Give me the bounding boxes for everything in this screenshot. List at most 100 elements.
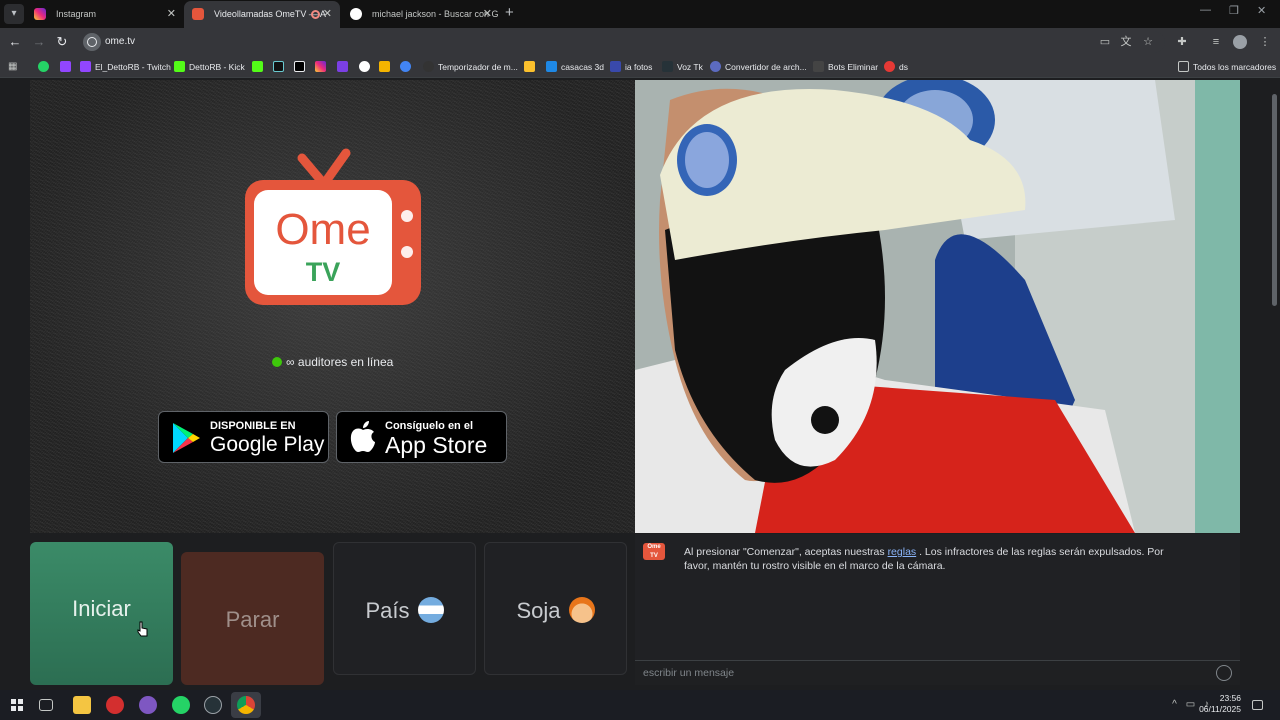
address-bar[interactable]: ome.tv [80,31,1165,53]
tab-instagram[interactable]: Instagram ✕ [26,1,184,28]
x-icon[interactable] [294,61,305,72]
whatsapp-icon[interactable] [172,696,190,714]
twitch-icon[interactable] [60,61,71,72]
extension-bookmark-icon[interactable] [379,61,390,72]
bookmark-voz-tk[interactable]: Voz Tk [662,56,703,78]
cast-icon[interactable]: ▭ [1097,34,1113,50]
gender-button[interactable]: Soja [484,542,627,675]
app-icon-dark[interactable] [204,696,222,714]
ometv-icon [192,8,204,20]
recording-icon [311,10,320,19]
rules-link[interactable]: reglas [888,546,917,558]
media-control-icon[interactable]: ≡ [1208,34,1224,50]
chat-message-input[interactable] [643,665,1203,681]
extensions-icon[interactable]: ✚ [1174,34,1190,50]
site-info-icon[interactable] [83,33,101,51]
ia-fotos-icon [610,61,621,72]
chat-logo-ome: Ome [647,544,661,550]
new-tab-button[interactable]: + [505,4,519,22]
url-text[interactable]: ome.tv [105,31,135,53]
casacas-icon [546,61,557,72]
forward-button[interactable]: → [30,33,48,51]
all-bookmarks-folder[interactable]: Todos los marcadores [1178,56,1276,78]
scrollbar-thumb[interactable] [1272,94,1277,306]
bookmark-twitch[interactable]: El_DettoRB - Twitch [80,56,171,78]
instagram-icon[interactable] [315,61,326,72]
notifications-icon[interactable] [1252,700,1263,710]
twitch-icon [80,61,91,72]
page-scrollbar[interactable] [1268,80,1280,686]
logo-ome-text: Ome [275,205,370,254]
tab-search-button[interactable]: ▾ [4,4,24,24]
profile-avatar[interactable] [1233,35,1247,49]
google-play-button[interactable]: DISPONIBLE EN Google Play [158,411,329,463]
whatsapp-icon[interactable] [38,61,49,72]
back-button[interactable]: ← [6,33,24,51]
instagram-icon [34,8,46,20]
close-window-button[interactable]: ✕ [1257,4,1266,17]
translate-icon[interactable]: 文 [1118,34,1134,50]
mouse-cursor-icon [137,621,148,637]
country-button[interactable]: País [333,542,476,675]
chat-input-bar [635,660,1240,685]
converter-icon [710,61,721,72]
google-play-icon [173,423,200,453]
taskbar-clock[interactable]: 23:56 06/11/2025 [1199,693,1241,715]
online-status: ∞ auditores en línea [272,355,393,369]
file-explorer-icon[interactable] [73,696,91,714]
bookmark-temporizador[interactable]: Temporizador de m... [423,56,518,78]
tiktok-icon[interactable] [273,61,284,72]
bookmark-label: ia fotos [625,62,653,72]
clock-time: 23:56 [1219,693,1241,703]
bookmark-star-icon[interactable]: ☆ [1140,34,1156,50]
tab-ometv[interactable]: Videollamadas OmeTV — A ✕ [184,1,340,28]
ometv-chat-logo-icon: Ome TV [643,543,665,560]
start-button[interactable]: Iniciar [30,542,173,685]
message-text-before: Al presionar "Comenzar", aceptas nuestra… [684,546,885,558]
apps-grid-icon[interactable]: ▦ [8,61,19,72]
app-icon-purple[interactable] [139,696,157,714]
clock-date: 06/11/2025 [1199,704,1241,714]
bookmark-bots-eliminar[interactable]: Bots Eliminar [813,56,878,78]
stop-button[interactable]: Parar [181,552,324,685]
close-tab-icon[interactable]: ✕ [323,1,332,27]
close-tab-icon[interactable]: ✕ [483,1,492,27]
google-icon[interactable] [359,61,370,72]
bookmark-label: ds [899,62,908,72]
folder-icon [1178,61,1189,72]
emoji-picker-icon[interactable] [1216,665,1232,681]
photos-icon[interactable] [400,61,411,72]
boy-emoji-icon [568,597,595,623]
canva-icon[interactable] [337,61,348,72]
network-icon[interactable]: ▭ [1184,698,1197,711]
task-view-icon[interactable] [39,699,53,711]
close-tab-icon[interactable]: ✕ [167,1,176,27]
app-icon-red[interactable] [106,696,124,714]
bookmark-kick[interactable]: DettoRB - Kick [174,56,245,78]
minimize-button[interactable]: — [1200,4,1211,16]
bookmark-convertidor[interactable]: Convertidor de arch... [710,56,807,78]
chat-logo-tv: TV [650,553,658,559]
bots-icon [813,61,824,72]
tab-title: michael jackson - Buscar con G [372,9,499,19]
remote-video-panel [635,80,1240,533]
app-store-button[interactable]: Consíguelo en el App Store [336,411,507,463]
bookmark-ia-fotos[interactable]: ia fotos [610,56,652,78]
tab-google-search[interactable]: michael jackson - Buscar con G ✕ [342,1,500,28]
ometv-logo: Ome TV [245,148,421,305]
windows-start-icon[interactable] [8,696,26,714]
bookmark-casacas[interactable]: casacas 3d [546,56,604,78]
browser-toolbar: ← → ↻ ome.tv ▭ 文 ☆ ✚ ≡ ⋮ [0,28,1280,56]
kick-icon[interactable] [252,61,263,72]
bookmark-label: Temporizador de m... [438,62,518,72]
chrome-icon[interactable] [237,696,255,714]
reload-button[interactable]: ↻ [53,33,71,51]
restore-button[interactable]: ❐ [1229,4,1239,17]
tray-overflow-icon[interactable]: ^ [1168,698,1181,711]
menu-icon[interactable]: ⋮ [1257,34,1273,50]
bookmark-ds[interactable]: ds [884,56,908,78]
folder-icon[interactable] [524,61,535,72]
start-button-label: Iniciar [72,596,131,621]
bookmarks-bar: ▦ El_DettoRB - Twitch DettoRB - Kick Tem… [0,56,1280,78]
ds-icon [884,61,895,72]
